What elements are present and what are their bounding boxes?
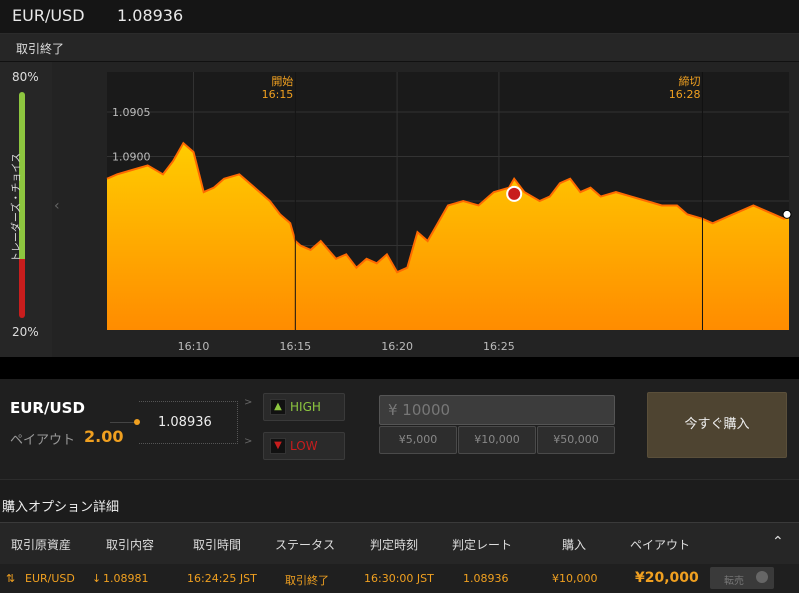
asset-pair: EUR/USD — [12, 6, 85, 25]
trade-panel: EUR/USD ペイアウト 2.00 1.08936 > > ▲ HIGH ▼ … — [0, 379, 799, 480]
amount-input[interactable]: ¥ 10000 — [379, 395, 615, 425]
payout-value: 2.00 — [84, 427, 124, 446]
play-icon — [756, 571, 768, 583]
col-judge-time: 判定時刻 — [370, 538, 419, 552]
low-label: LOW — [290, 439, 318, 453]
close-marker-label: 締切 — [678, 74, 700, 88]
traders-choice-label: トレーダーズ・チョイス — [11, 152, 23, 263]
col-time: 取引時間 — [193, 538, 242, 552]
row-time: 16:24:25 JST — [187, 572, 257, 585]
col-purchase: 購入 — [562, 538, 587, 552]
x-tick-label: 16:15 — [279, 340, 311, 353]
chevron-left-icon: ‹ — [54, 198, 60, 214]
row-judge-time: 16:30:00 JST — [364, 572, 434, 585]
col-judge-rate: 判定レート — [452, 538, 513, 552]
chevron-right-icon: > — [244, 436, 253, 447]
resell-label: 転売 — [724, 576, 744, 587]
details-table-header: 取引原資産 取引内容 取引時間 ステータス 判定時刻 判定レート 購入 ペイアウ… — [0, 522, 799, 565]
quick-amount-50000[interactable]: ¥50,000 — [537, 426, 615, 454]
col-asset: 取引原資産 — [11, 538, 72, 552]
row-purchase: ¥10,000 — [552, 572, 598, 585]
status-bar: 取引終了 — [0, 34, 799, 62]
row-judge-rate: 1.08936 — [463, 572, 509, 585]
current-rate: 1.08936 — [117, 6, 184, 25]
high-label: HIGH — [290, 400, 321, 414]
start-marker-label: 開始 — [271, 74, 293, 88]
col-payout: ペイアウト — [630, 538, 691, 552]
price-chart-area: 1.09051.09001.08951.08901.088516:1016:15… — [52, 62, 799, 357]
col-direction: 取引内容 — [106, 538, 155, 552]
x-tick-label: 16:10 — [178, 340, 210, 353]
arrow-up-icon: ▲ — [270, 399, 286, 415]
arrow-down-icon: ↓ — [92, 572, 102, 585]
payout-label: ペイアウト — [10, 433, 76, 448]
low-button[interactable]: ▼ LOW — [263, 432, 345, 460]
x-tick-label: 16:25 — [483, 340, 515, 353]
current-price-dot — [782, 209, 792, 219]
y-tick-label: 1.0905 — [112, 106, 151, 119]
entry-point-marker — [506, 185, 523, 202]
chevron-right-icon: > — [244, 397, 253, 408]
row-direction: 1.08981 — [103, 572, 149, 585]
arrow-down-icon: ▼ — [270, 438, 286, 454]
amount-placeholder: ¥ 10000 — [388, 401, 451, 419]
strike-price: 1.08936 — [158, 415, 212, 430]
row-asset: EUR/USD — [25, 572, 75, 585]
high-button[interactable]: ▲ HIGH — [263, 393, 345, 421]
purchase-details-title: 購入オプション詳細 — [2, 500, 120, 515]
divider — [0, 357, 799, 379]
low-percentage: 20% — [12, 325, 39, 339]
status-label: 取引終了 — [16, 42, 65, 56]
y-tick-label: 1.0900 — [112, 151, 151, 164]
col-status: ステータス — [275, 538, 336, 552]
table-row: ⇅ EUR/USD ↓ 1.08981 16:24:25 JST 取引終了 16… — [0, 564, 799, 593]
resell-button[interactable]: 転売 — [710, 567, 774, 589]
row-payout: ¥20,000 — [635, 570, 699, 586]
row-status: 取引終了 — [285, 574, 329, 587]
swap-arrows-icon: ⇅ — [6, 572, 16, 585]
trade-asset: EUR/USD — [10, 399, 85, 417]
quick-amount-5000[interactable]: ¥5,000 — [379, 426, 457, 454]
traders-choice-panel: 80% トレーダーズ・チョイス 20% — [0, 62, 52, 357]
x-tick-label: 16:20 — [381, 340, 413, 353]
quick-amount-10000[interactable]: ¥10,000 — [458, 426, 536, 454]
top-bar: EUR/USD 1.08936 — [0, 0, 799, 34]
close-marker-time: 16:28 — [669, 88, 701, 101]
price-chart: 1.09051.09001.08951.08901.088516:1016:15… — [54, 72, 792, 353]
high-percentage: 80% — [12, 70, 39, 84]
start-marker-time: 16:15 — [262, 88, 294, 101]
collapse-icon[interactable]: ⌃ — [772, 534, 784, 550]
buy-now-button[interactable]: 今すぐ購入 — [647, 392, 787, 458]
